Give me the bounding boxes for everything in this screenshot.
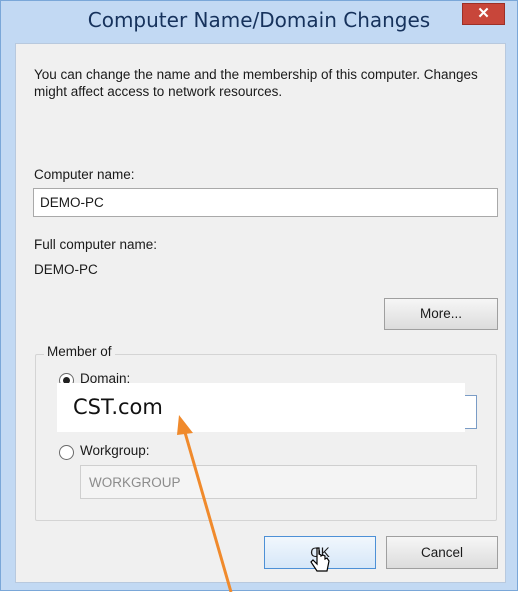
computer-name-input[interactable]	[33, 188, 498, 217]
workgroup-label: Workgroup:	[80, 443, 150, 458]
cancel-button[interactable]: Cancel	[386, 536, 498, 569]
intro-text: You can change the name and the membersh…	[34, 67, 478, 99]
full-computer-name-value: DEMO-PC	[34, 262, 98, 277]
dialog-body: You can change the name and the membersh…	[15, 43, 506, 583]
member-of-legend: Member of	[44, 344, 115, 359]
workgroup-input[interactable]	[80, 465, 477, 499]
close-icon: ✕	[477, 5, 490, 22]
close-button[interactable]: ✕	[462, 3, 505, 25]
domain-callout: CST.com	[57, 383, 465, 432]
full-computer-name-label: Full computer name:	[34, 237, 158, 252]
workgroup-radio[interactable]	[59, 445, 74, 460]
mouse-cursor-icon	[310, 547, 330, 572]
dialog-title: Computer Name/Domain Changes	[87, 8, 431, 32]
title-bar[interactable]: Computer Name/Domain Changes ✕	[1, 1, 517, 43]
dialog-window: Computer Name/Domain Changes ✕ You can c…	[0, 0, 518, 592]
domain-value: CST.com	[73, 395, 163, 419]
more-button[interactable]: More...	[384, 298, 498, 330]
computer-name-label: Computer name:	[34, 167, 135, 182]
